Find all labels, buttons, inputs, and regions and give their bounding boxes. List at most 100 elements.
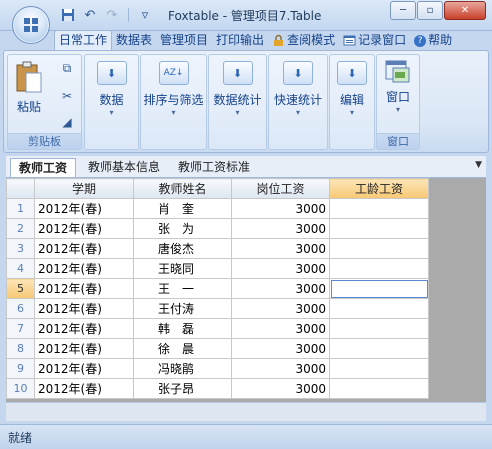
row-number[interactable]: 2 (6, 218, 35, 239)
tab-record-window[interactable]: 记录窗口 (339, 31, 410, 50)
paste-button[interactable]: 粘贴 (12, 57, 46, 115)
cell-seniority-wage[interactable] (329, 378, 429, 399)
column-header-term[interactable]: 学期 (34, 178, 134, 199)
window-title: Foxtable - 管理项目7.Table (168, 9, 322, 23)
eraser-icon[interactable]: ◢ (60, 115, 74, 129)
cell-teacher-name[interactable]: 张子昂 (133, 378, 232, 399)
cell-seniority-wage[interactable] (329, 338, 429, 359)
minimize-button[interactable]: ─ (390, 1, 416, 20)
table-row[interactable]: 3 2012年(春) 唐俊杰 3000 (6, 238, 429, 259)
cell-teacher-name[interactable]: 冯晓鹃 (133, 358, 232, 379)
cell-term[interactable]: 2012年(春) (34, 378, 134, 399)
cell-teacher-name[interactable]: 张 为 (133, 218, 232, 239)
column-header-position-wage[interactable]: 岗位工资 (231, 178, 330, 199)
cell-seniority-wage[interactable] (329, 218, 429, 239)
cell-term[interactable]: 2012年(春) (34, 278, 134, 299)
table-row[interactable]: 1 2012年(春) 肖 奎 3000 (6, 198, 429, 219)
redo-icon[interactable]: ↷ (102, 6, 122, 24)
horizontal-scrollbar[interactable] (6, 402, 486, 421)
tab-data-table[interactable]: 数据表 (112, 31, 156, 50)
copy-icon[interactable]: ⧉ (60, 61, 74, 75)
tab-print-output[interactable]: 打印输出 (212, 31, 268, 50)
cell-position-wage[interactable]: 3000 (231, 238, 330, 259)
sheet-tab-teacher-salary[interactable]: 教师工资 (10, 158, 77, 177)
row-number[interactable]: 8 (6, 338, 35, 359)
table-row[interactable]: 2 2012年(春) 张 为 3000 (6, 218, 429, 239)
cell-position-wage[interactable]: 3000 (231, 218, 330, 239)
cell-term[interactable]: 2012年(春) (34, 218, 134, 239)
sheet-tab-teacher-info[interactable]: 教师基本信息 (80, 158, 168, 176)
customize-qat-button[interactable]: ▿ (135, 6, 155, 24)
cell-seniority-wage[interactable] (329, 358, 429, 379)
cut-icon[interactable]: ✂ (60, 89, 74, 103)
data-stats-button[interactable]: ⬇ 数据统计 ▾ (209, 57, 266, 118)
grid-corner[interactable] (6, 178, 35, 199)
cell-seniority-wage[interactable] (329, 298, 429, 319)
column-header-seniority-wage[interactable]: 工龄工资 (329, 178, 429, 199)
cell-seniority-wage[interactable] (329, 238, 429, 259)
cell-term[interactable]: 2012年(春) (34, 258, 134, 279)
cell-seniority-wage[interactable] (329, 258, 429, 279)
cell-teacher-name[interactable]: 唐俊杰 (133, 238, 232, 259)
row-number[interactable]: 9 (6, 358, 35, 379)
tab-label: 数据表 (116, 33, 153, 47)
tab-daily-work[interactable]: 日常工作 (54, 30, 113, 50)
undo-icon[interactable]: ↶ (80, 6, 100, 24)
table-row[interactable]: 5 2012年(春) 王 一 3000 (6, 278, 429, 299)
table-row[interactable]: 7 2012年(春) 韩 磊 3000 (6, 318, 429, 339)
table-row[interactable]: 10 2012年(春) 张子昂 3000 (6, 378, 429, 399)
cell-position-wage[interactable]: 3000 (231, 338, 330, 359)
cell-teacher-name[interactable]: 徐 晨 (133, 338, 232, 359)
data-grid[interactable]: 学期 教师姓名 岗位工资 工龄工资 1 2012年(春) 肖 奎 3000 2 2012年… (6, 178, 486, 402)
app-menu-button[interactable] (12, 6, 50, 44)
cell-term[interactable]: 2012年(春) (34, 358, 134, 379)
row-number[interactable]: 6 (6, 298, 35, 319)
table-row[interactable]: 9 2012年(春) 冯晓鹃 3000 (6, 358, 429, 379)
save-icon[interactable] (58, 6, 78, 24)
tab-list-dropdown[interactable]: ▼ (475, 160, 482, 170)
tab-manage-project[interactable]: 管理项目 (156, 31, 212, 50)
cell-position-wage[interactable]: 3000 (231, 198, 330, 219)
cell-term[interactable]: 2012年(春) (34, 238, 134, 259)
cell-teacher-name[interactable]: 王付涛 (133, 298, 232, 319)
quick-stats-button[interactable]: ⬇ 快速统计 ▾ (269, 57, 327, 118)
cell-seniority-wage[interactable] (329, 318, 429, 339)
cell-term[interactable]: 2012年(春) (34, 318, 134, 339)
tab-help[interactable]: ? 帮助 (410, 31, 456, 50)
cell-position-wage[interactable]: 3000 (231, 378, 330, 399)
chevron-down-icon: ▾ (295, 108, 300, 117)
sheet-tab-salary-standard[interactable]: 教师工资标准 (170, 158, 258, 176)
row-number[interactable]: 4 (6, 258, 35, 279)
window-button[interactable]: 窗口 ▾ (377, 57, 419, 115)
cell-term[interactable]: 2012年(春) (34, 298, 134, 319)
row-number[interactable]: 7 (6, 318, 35, 339)
cell-position-wage[interactable]: 3000 (231, 298, 330, 319)
maximize-button[interactable]: ▫ (417, 1, 443, 20)
column-header-teacher-name[interactable]: 教师姓名 (133, 178, 232, 199)
cell-seniority-wage[interactable] (329, 278, 429, 299)
cell-teacher-name[interactable]: 韩 磊 (133, 318, 232, 339)
cell-teacher-name[interactable]: 肖 奎 (133, 198, 232, 219)
cell-position-wage[interactable]: 3000 (231, 278, 330, 299)
sort-filter-button[interactable]: AZ↓ 排序与筛选 ▾ (141, 57, 206, 118)
table-row[interactable]: 6 2012年(春) 王付涛 3000 (6, 298, 429, 319)
cell-position-wage[interactable]: 3000 (231, 358, 330, 379)
row-number[interactable]: 5 (6, 278, 35, 299)
table-row[interactable]: 4 2012年(春) 王晓同 3000 (6, 258, 429, 279)
table-row[interactable]: 8 2012年(春) 徐 晨 3000 (6, 338, 429, 359)
cell-position-wage[interactable]: 3000 (231, 318, 330, 339)
cell-teacher-name[interactable]: 王晓同 (133, 258, 232, 279)
cell-seniority-wage[interactable] (329, 198, 429, 219)
lock-icon (274, 34, 284, 46)
cell-term[interactable]: 2012年(春) (34, 198, 134, 219)
cell-position-wage[interactable]: 3000 (231, 258, 330, 279)
row-number[interactable]: 3 (6, 238, 35, 259)
data-button[interactable]: ⬇ 数据 ▾ (85, 57, 138, 118)
cell-teacher-name[interactable]: 王 一 (133, 278, 232, 299)
edit-button[interactable]: ⬇ 编辑 ▾ (330, 57, 374, 118)
close-button[interactable]: ✕ (444, 1, 486, 20)
cell-term[interactable]: 2012年(春) (34, 338, 134, 359)
row-number[interactable]: 10 (6, 378, 35, 399)
row-number[interactable]: 1 (6, 198, 35, 219)
tab-view-mode[interactable]: 查阅模式 (268, 31, 339, 50)
